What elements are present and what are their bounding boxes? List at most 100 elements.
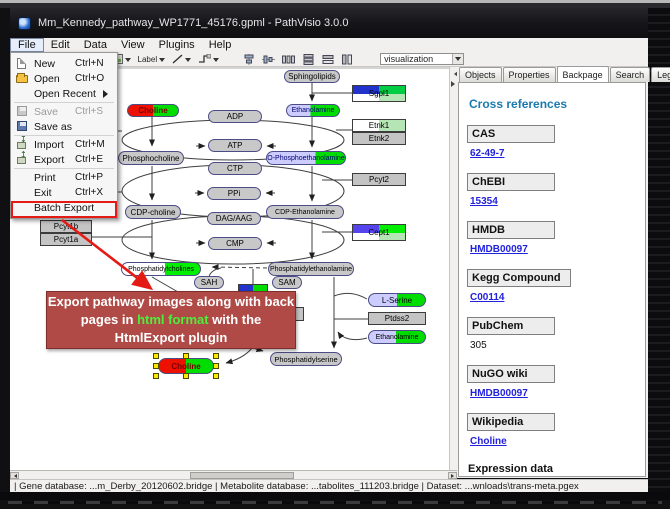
import-icon: ↧ — [15, 139, 30, 150]
menu-separator — [14, 135, 114, 136]
label-tool-button[interactable]: Label — [137, 53, 167, 65]
node-choline-selected[interactable]: Choline — [158, 358, 214, 374]
panel-splitter[interactable] — [449, 67, 457, 470]
node-atp[interactable]: ATP — [208, 139, 262, 152]
callout-line1: Export pathway images along with back — [47, 293, 295, 311]
backpage-panel[interactable]: Cross references CAS 62-49-7 ChEBI 15354… — [458, 82, 646, 477]
scrollbar-thumb[interactable] — [190, 472, 294, 479]
menu-item-save-as[interactable]: Save as — [11, 119, 117, 134]
node-sah[interactable]: SAH — [194, 276, 224, 289]
selection-handle-w[interactable] — [153, 363, 159, 369]
node-phosphatidylethanolamine[interactable]: Phosphatidylethanolamine — [268, 262, 354, 276]
selection-handle-n[interactable] — [183, 353, 189, 359]
node-dag[interactable]: DAG/AAG — [207, 212, 261, 225]
window-frame-left — [0, 8, 10, 492]
backpage-link[interactable]: HMDB00097 — [470, 388, 637, 399]
backpage-link[interactable]: 62-49-7 — [470, 148, 637, 159]
align-center-x-button[interactable] — [242, 53, 256, 65]
backpage-link[interactable]: Choline — [470, 436, 637, 447]
distribute-vertical-button[interactable] — [301, 53, 316, 65]
node-cdp-choline[interactable]: CDP-choline — [125, 205, 181, 219]
backpage-link[interactable]: 15354 — [470, 196, 637, 207]
tab-search[interactable]: Search — [610, 67, 651, 82]
backpage-section-header: HMDB — [467, 221, 555, 239]
same-height-button[interactable] — [340, 53, 354, 65]
title-bar[interactable]: Mm_Kennedy_pathway_WP1771_45176.gpml - P… — [10, 8, 648, 38]
node-pcyt1a[interactable]: Pcyt1a — [40, 233, 92, 246]
node-cdp-ethanolamine[interactable]: CDP-Ethanolamine — [266, 205, 344, 219]
menu-help[interactable]: Help — [202, 38, 239, 52]
menu-item-save[interactable]: SaveCtrl+S — [11, 104, 117, 119]
menu-item-open-recent[interactable]: Open Recent — [11, 86, 117, 101]
window-frame-bottom — [0, 492, 670, 509]
menu-item-exit[interactable]: ExitCtrl+X — [11, 185, 117, 200]
menu-item-new[interactable]: NewCtrl+N — [11, 56, 117, 71]
selection-handle-e[interactable] — [213, 363, 219, 369]
scroll-left-icon[interactable] — [10, 472, 19, 479]
node-ctp[interactable]: CTP — [208, 162, 262, 175]
selection-handle-s[interactable] — [183, 373, 189, 379]
line-icon — [172, 54, 183, 64]
node-cmp[interactable]: CMP — [208, 237, 262, 250]
node-ppi[interactable]: PPi — [207, 187, 261, 200]
datanode-caret-icon — [125, 58, 131, 65]
menu-item-open[interactable]: OpenCtrl+O — [11, 71, 117, 86]
menu-item-print[interactable]: PrintCtrl+P — [11, 170, 117, 185]
backpage-section-nugo: NuGO wiki HMDB00097 — [467, 365, 637, 399]
tab-objects[interactable]: Objects — [459, 67, 502, 82]
node-choline[interactable]: Choline — [127, 104, 179, 117]
node-sam[interactable]: SAM — [272, 276, 302, 289]
window-frame-top — [0, 0, 670, 8]
node-phosphocholine[interactable]: Phosphocholine — [118, 151, 184, 165]
tab-properties[interactable]: Properties — [503, 67, 556, 82]
node-phosphatidylcholines[interactable]: Phosphatidylcholines — [121, 262, 201, 276]
node-pcyt2[interactable]: Pcyt2 — [352, 173, 406, 186]
node-pcyt1b[interactable]: Pcyt1b — [40, 220, 92, 233]
callout-line2: pages in html format with the — [47, 311, 295, 329]
backpage-link[interactable]: HMDB00097 — [470, 244, 637, 255]
selection-handle-se[interactable] — [213, 373, 219, 379]
selection-handle-nw[interactable] — [153, 353, 159, 359]
tab-legend[interactable]: Legend — [651, 67, 670, 82]
node-etnk1[interactable]: Etnk1 — [352, 119, 406, 132]
node-o-phosphoethanolamine[interactable]: O-Phosphoethanolamine — [266, 151, 346, 165]
node-ptdss2[interactable]: Ptdss2 — [368, 312, 426, 325]
save-icon — [15, 106, 30, 117]
taskbar-texture — [8, 501, 662, 504]
node-l-serine[interactable]: L-Serine — [368, 293, 426, 307]
node-phosphatidylserine[interactable]: Phosphatidylserine — [270, 352, 342, 366]
selection-handle-ne[interactable] — [213, 353, 219, 359]
expression-data-heading: Expression data — [468, 463, 637, 475]
menu-plugins[interactable]: Plugins — [152, 38, 202, 52]
tab-backpage[interactable]: Backpage — [557, 66, 609, 82]
callout-line3: HtmlExport plugin — [47, 329, 295, 347]
node-cept1[interactable]: Cept1 — [352, 224, 406, 241]
scroll-right-icon[interactable] — [448, 472, 457, 479]
horizontal-scrollbar[interactable] — [10, 470, 457, 479]
distribute-horizontal-icon — [282, 54, 295, 65]
backpage-section-header: CAS — [467, 125, 555, 143]
visualization-caret-icon[interactable] — [452, 54, 463, 64]
same-width-button[interactable] — [321, 53, 335, 65]
node-sgpl1[interactable]: Sgpl1 — [352, 85, 406, 102]
node-ethanolamine-bottom[interactable]: Ethanolamine — [368, 330, 426, 344]
distribute-horizontal-button[interactable] — [281, 53, 296, 65]
node-sphingolipids[interactable]: Sphingolipids — [284, 70, 340, 83]
menu-item-export[interactable]: ↥ ExportCtrl+E — [11, 152, 117, 167]
menu-view[interactable]: View — [114, 38, 152, 52]
selection-handle-sw[interactable] — [153, 373, 159, 379]
backpage-section-header: Kegg Compound — [467, 269, 571, 287]
line-tool-button[interactable] — [171, 53, 192, 65]
connector-tool-button[interactable] — [197, 53, 220, 65]
menu-item-import[interactable]: ↧ ImportCtrl+M — [11, 137, 117, 152]
node-adp[interactable]: ADP — [208, 110, 262, 123]
node-etnk2[interactable]: Etnk2 — [352, 132, 406, 145]
visualization-combobox[interactable]: visualization — [380, 53, 464, 65]
align-center-y-button[interactable] — [261, 53, 276, 65]
node-ethanolamine[interactable]: Ethanolamine — [286, 104, 340, 117]
menu-file[interactable]: File — [10, 38, 44, 52]
menu-edit[interactable]: Edit — [44, 38, 77, 52]
align-center-x-icon — [243, 54, 255, 65]
menu-data[interactable]: Data — [77, 38, 114, 52]
backpage-link[interactable]: C00114 — [470, 292, 637, 303]
